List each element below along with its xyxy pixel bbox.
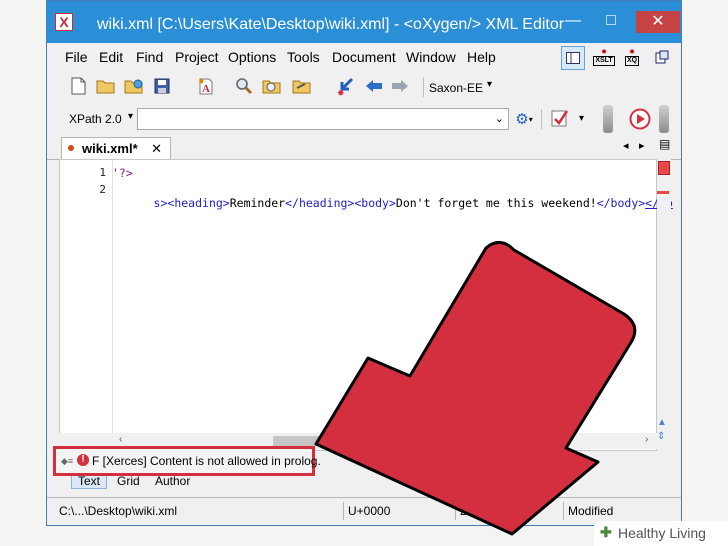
plus-logo-icon: ✚	[600, 524, 612, 540]
watermark-text: Healthy Living	[618, 525, 706, 541]
healthy-living-watermark: ✚ Healthy Living	[594, 521, 728, 546]
annotation-arrow	[314, 241, 637, 536]
